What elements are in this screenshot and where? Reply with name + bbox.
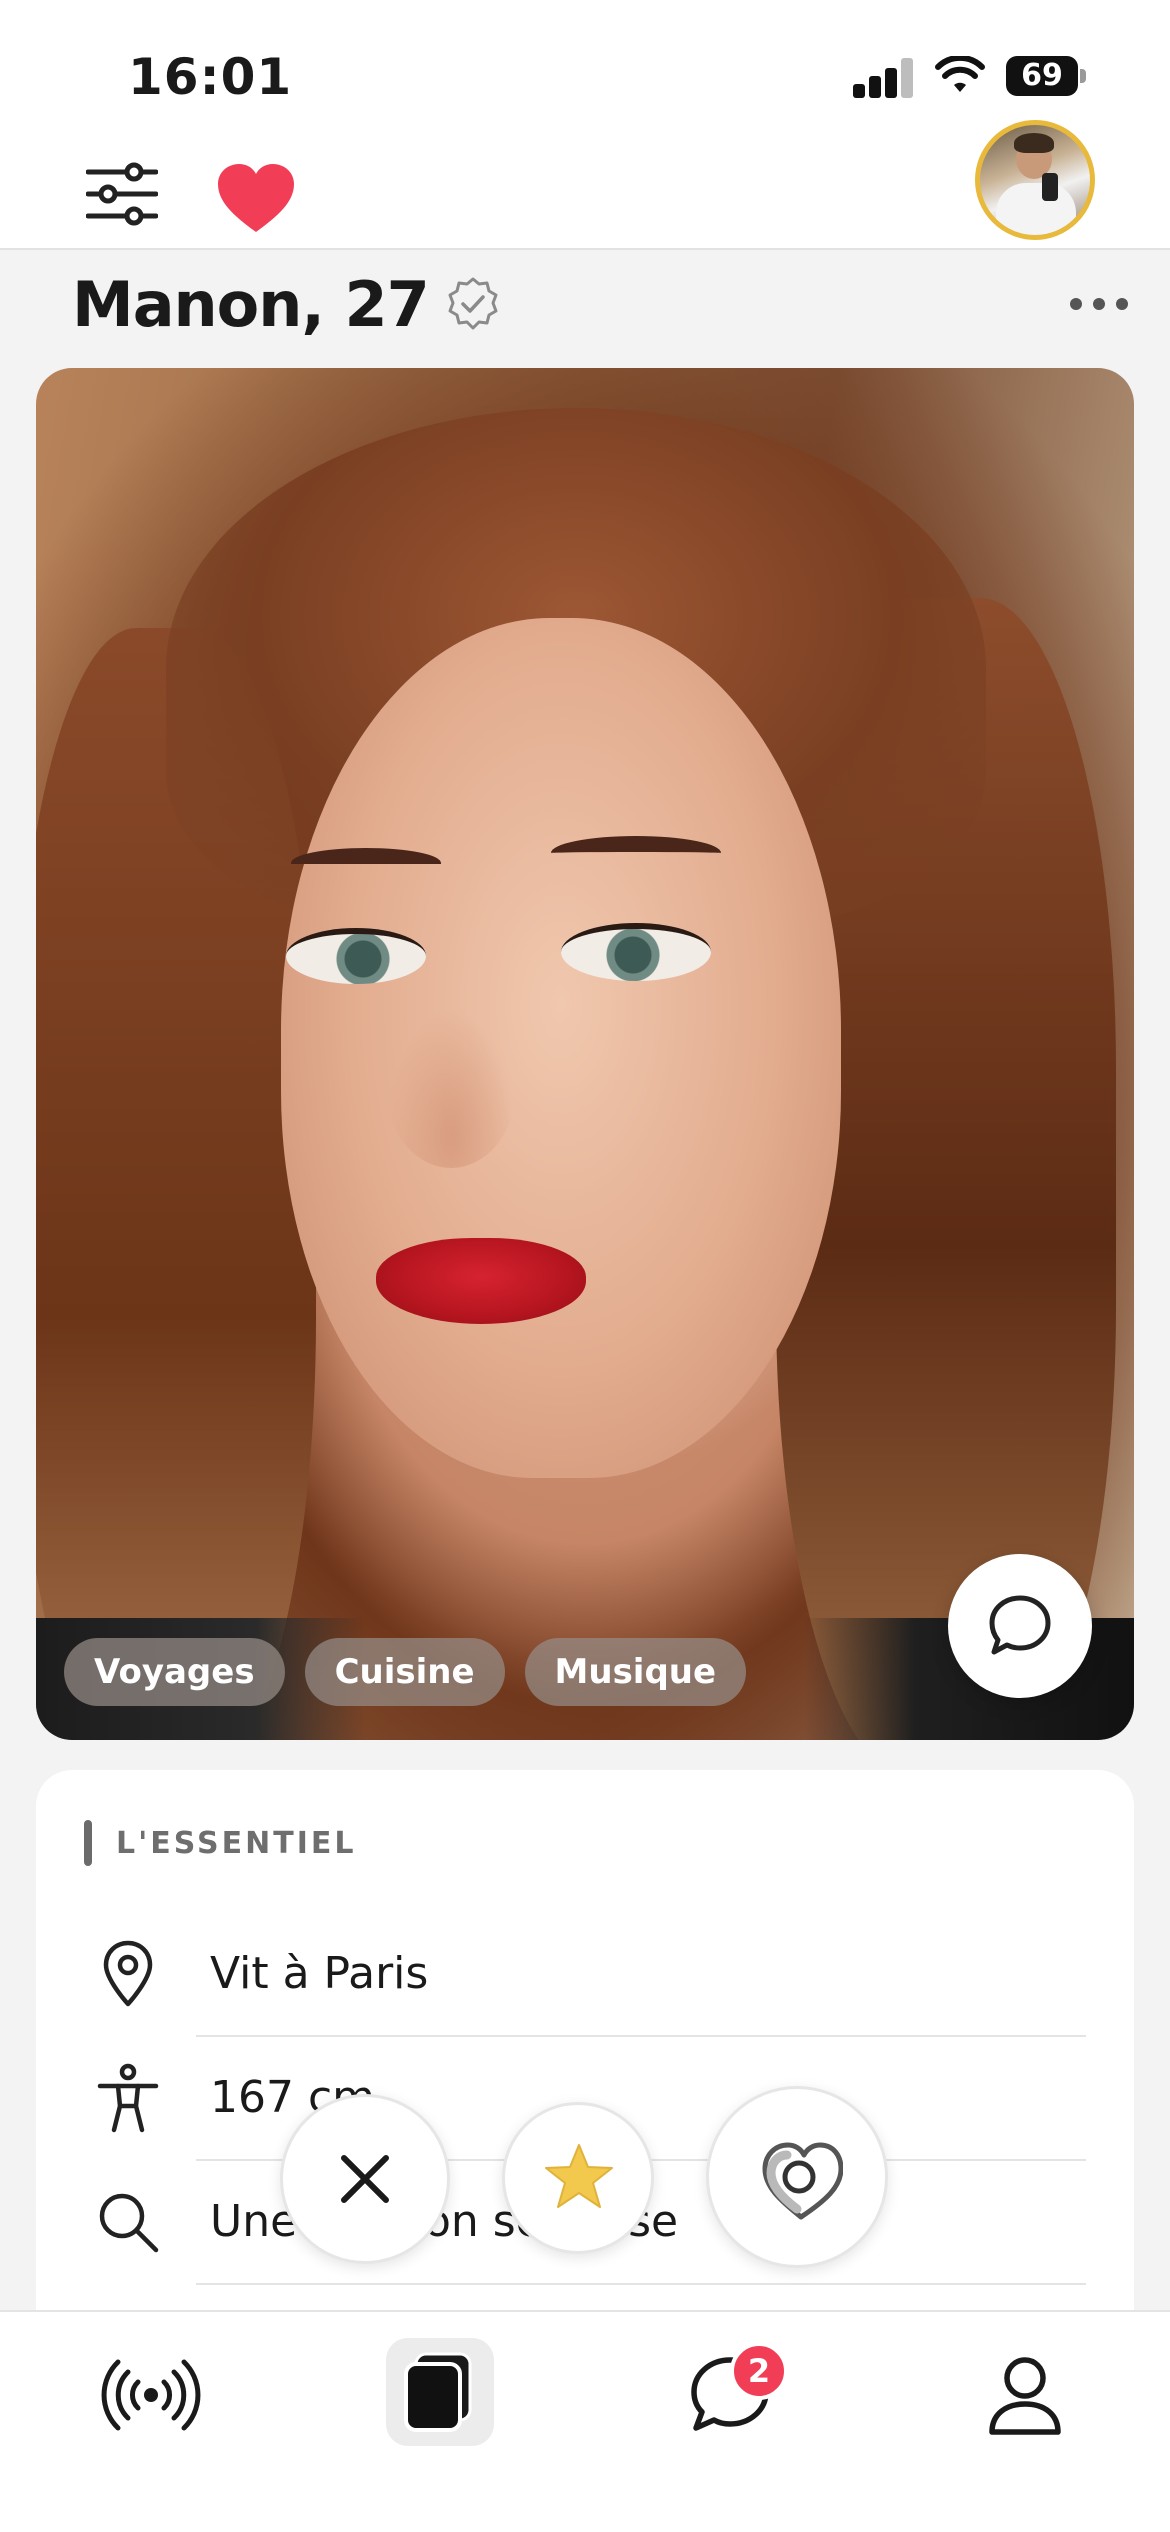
- status-time: 16:01: [128, 48, 293, 106]
- live-icon: [101, 2359, 201, 2431]
- profile-header: Manon, 27: [72, 262, 501, 346]
- status-bar: 16:01 69: [0, 0, 1170, 140]
- chat-bubble-icon: [989, 1595, 1051, 1655]
- wifi-icon: [935, 56, 985, 92]
- tab-cards[interactable]: [386, 2338, 494, 2446]
- interest-tags: Voyages Cuisine Musique: [64, 1638, 766, 1706]
- profile-name-age: Manon, 27: [72, 267, 430, 341]
- battery-icon: 69: [1006, 56, 1086, 96]
- ellipsis-icon[interactable]: [1070, 292, 1128, 316]
- heart-outline-icon: [762, 2142, 843, 2220]
- tab-live[interactable]: [96, 2340, 206, 2450]
- profile-icon: [989, 2357, 1061, 2435]
- super-like-button[interactable]: [502, 2102, 654, 2254]
- heart-icon[interactable]: [216, 162, 296, 234]
- essentials-card: L'ESSENTIEL Vit à Paris 167 cm Une relat…: [36, 1770, 1134, 2370]
- interest-tag: Voyages: [64, 1638, 285, 1706]
- battery-level: 69: [1006, 56, 1078, 96]
- section-title-label: L'ESSENTIEL: [116, 1825, 357, 1861]
- unread-badge: 2: [730, 2342, 788, 2400]
- profile-photo[interactable]: Voyages Cuisine Musique: [36, 368, 1134, 1740]
- location-pin-icon: [103, 1940, 153, 2007]
- cellular-signal-icon: [853, 58, 915, 98]
- star-icon: [545, 2144, 613, 2208]
- search-icon: [99, 2193, 159, 2253]
- verified-badge-icon: [448, 277, 498, 330]
- user-avatar[interactable]: [975, 120, 1095, 240]
- person-icon: [97, 2063, 159, 2133]
- section-title: L'ESSENTIEL: [84, 1820, 357, 1866]
- sliders-icon[interactable]: [86, 162, 158, 226]
- interest-tag: Musique: [524, 1638, 747, 1706]
- interest-tag: Cuisine: [304, 1638, 505, 1706]
- cards-icon: [404, 2352, 472, 2432]
- essential-text: Vit à Paris: [210, 1948, 429, 1999]
- tab-profile[interactable]: [970, 2340, 1080, 2450]
- message-button[interactable]: [948, 1554, 1092, 1698]
- app-header: [0, 120, 1170, 250]
- pass-button[interactable]: [280, 2094, 450, 2264]
- close-icon: [341, 2155, 389, 2203]
- essential-row-location: Vit à Paris: [36, 1912, 1134, 2037]
- like-button[interactable]: [706, 2086, 888, 2268]
- bottom-tab-bar: 2: [0, 2310, 1170, 2532]
